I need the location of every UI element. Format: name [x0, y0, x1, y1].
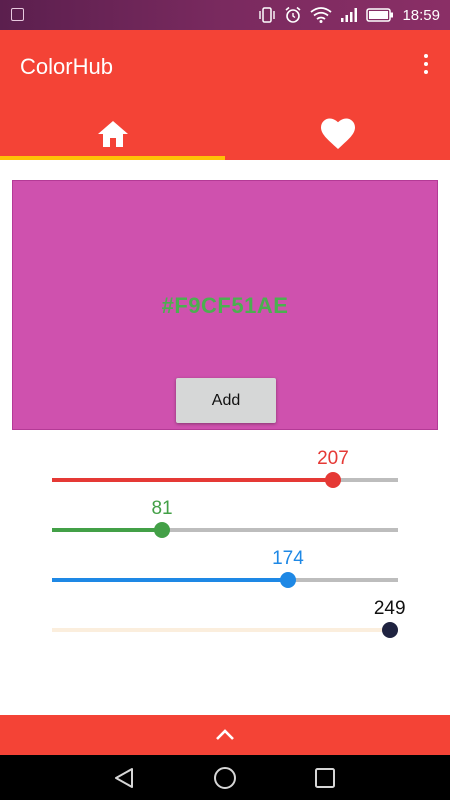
tab-home[interactable]: [0, 108, 225, 160]
hex-code: #F9CF51AE: [161, 293, 289, 318]
app-title: ColorHub: [20, 54, 113, 79]
system-nav-bar: [0, 755, 450, 800]
slider-fill: [52, 628, 390, 632]
gallery-icon: [11, 8, 24, 21]
home-icon: [97, 121, 128, 147]
signal-icon: [341, 8, 358, 22]
back-icon[interactable]: [112, 766, 136, 790]
slider-thumb[interactable]: [154, 522, 171, 538]
slider-thumb[interactable]: [381, 622, 398, 638]
app-bar: ColorHub: [0, 30, 450, 160]
status-icons: 18:59: [258, 0, 440, 30]
recents-icon[interactable]: [315, 768, 335, 788]
green-value: 81: [151, 498, 173, 519]
slider-fill: [52, 478, 333, 482]
slider-fill: [52, 528, 163, 532]
battery-icon: [366, 8, 394, 22]
blue-value: 174: [272, 548, 304, 569]
status-bar: 18:59: [0, 0, 450, 30]
status-time: 18:59: [402, 6, 440, 24]
tab-indicator: [0, 156, 225, 160]
home-circle-icon[interactable]: [213, 766, 237, 790]
wifi-icon: [310, 7, 333, 23]
alpha-value: 249: [373, 598, 406, 619]
heart-icon: [320, 118, 355, 149]
chevron-up-icon: [216, 729, 234, 740]
bottom-sheet-toggle[interactable]: [0, 715, 450, 755]
add-button[interactable]: Add: [176, 378, 276, 423]
vibrate-icon: [259, 7, 276, 23]
red-value: 207: [317, 448, 349, 469]
color-preview: #F9CF51AE Add: [12, 180, 438, 430]
green-slider[interactable]: 81: [52, 498, 398, 542]
slider-thumb[interactable]: [279, 572, 296, 588]
alarm-icon: [285, 6, 301, 23]
slider-thumb[interactable]: [324, 472, 341, 488]
slider-fill: [52, 578, 288, 582]
overflow-menu-icon[interactable]: [422, 54, 430, 78]
blue-slider[interactable]: 174: [52, 548, 398, 592]
alpha-slider[interactable]: 249: [52, 598, 406, 642]
tab-favorites[interactable]: [225, 108, 450, 160]
red-slider[interactable]: 207: [52, 448, 398, 492]
